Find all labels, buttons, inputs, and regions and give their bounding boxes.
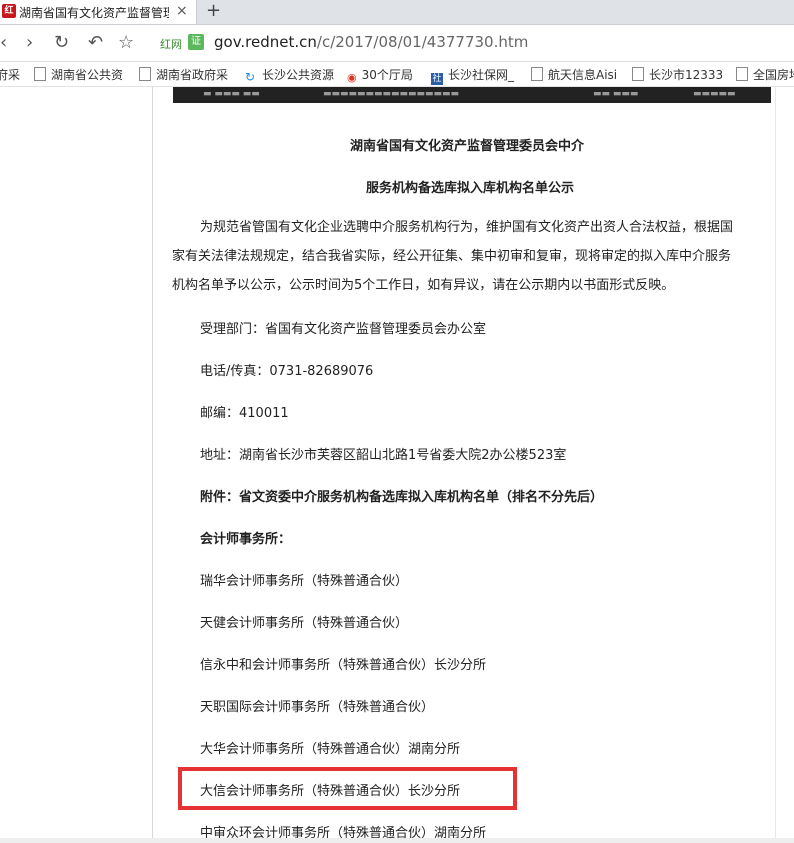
browser-tab[interactable]: 红 湖南省国有文化资产监督管理 × bbox=[0, 0, 197, 24]
page-icon bbox=[139, 67, 151, 81]
forward-icon[interactable]: › bbox=[26, 32, 33, 53]
highlight-box bbox=[178, 767, 517, 810]
tab-title: 湖南省国有文化资产监督管理 bbox=[19, 6, 169, 20]
page-icon bbox=[34, 67, 46, 81]
refresh-icon: ↻ bbox=[245, 70, 257, 84]
page-icon bbox=[531, 67, 543, 81]
banner-image: ▬ ▬▬▬ ▬▬ ▬▬▬▬▬▬▬▬▬▬▬▬▬▬▬▬ ▬▬ ▬▬▬ ▬▬▬▬▬ bbox=[173, 87, 771, 103]
reload-icon[interactable]: ↻ bbox=[54, 32, 69, 53]
page-content: ▬ ▬▬▬ ▬▬ ▬▬▬▬▬▬▬▬▬▬▬▬▬▬▬▬ ▬▬ ▬▬▬ ▬▬▬▬▬ 湖… bbox=[0, 87, 794, 843]
page-icon bbox=[632, 67, 644, 81]
section-heading: 会计师事务所： bbox=[200, 532, 292, 547]
bookmark-item[interactable]: 湖南省公共资 bbox=[34, 66, 123, 83]
contact-address: 地址：湖南省长沙市芙蓉区韶山北路1号省委大院2办公楼523室 bbox=[200, 448, 567, 463]
site-badge: 红网 bbox=[160, 38, 182, 51]
bookmark-item[interactable]: 湖南省政府采 bbox=[139, 66, 228, 83]
article-title-line2: 服务机构备选库拟入库机构名单公示 bbox=[366, 181, 575, 196]
firm-list-item: 天职国际会计师事务所（特殊普通合伙） bbox=[200, 700, 435, 715]
navigation-bar: ‹ › ↻ ↶ ☆ 红网 证 gov.rednet.cn/c/2017/08/0… bbox=[0, 25, 794, 62]
article-intro: 为规范省管国有文化企业选聘中介服务机构行为，维护国有文化资产出资人合法权益，根据… bbox=[172, 220, 734, 293]
bookmark-item[interactable]: 社长沙社保网_ bbox=[431, 66, 514, 85]
undo-icon[interactable]: ↶ bbox=[88, 32, 103, 53]
right-sidebar bbox=[775, 87, 794, 843]
shebao-icon: 社 bbox=[431, 73, 443, 85]
bookmark-item[interactable]: 全国房地 bbox=[736, 66, 794, 83]
bookmark-item[interactable]: ◉ 30个厅局 bbox=[347, 66, 413, 84]
bookmarks-bar: 府采 湖南省公共资 湖南省政府采 ↻长沙公共资源 ◉30个厅局 社长沙社保网_ … bbox=[0, 62, 794, 87]
page-icon bbox=[736, 67, 748, 81]
certificate-icon[interactable]: 证 bbox=[188, 34, 204, 50]
new-tab-button[interactable]: + bbox=[206, 0, 221, 22]
tab-bar: 红 湖南省国有文化资产监督管理 × + bbox=[0, 0, 794, 25]
attachment-title: 附件：省文资委中介服务机构备选库拟入库机构名单（排名不分先后） bbox=[200, 490, 604, 505]
close-icon[interactable]: × bbox=[176, 3, 188, 19]
contact-phone: 电话/传真：0731-82689076 bbox=[200, 364, 374, 379]
bookmark-item[interactable]: ↻ 长沙公共资源 bbox=[245, 66, 334, 83]
bookmark-star-icon[interactable]: ☆ bbox=[118, 32, 134, 53]
left-sidebar bbox=[0, 87, 153, 843]
back-icon[interactable]: ‹ bbox=[0, 32, 7, 53]
contact-dept: 受理部门：省国有文化资产监督管理委员会办公室 bbox=[200, 322, 487, 337]
firm-list-item: 天健会计师事务所（特殊普通合伙） bbox=[200, 616, 409, 631]
bookmark-item[interactable]: 长沙市12333 bbox=[632, 66, 723, 83]
url-text[interactable]: gov.rednet.cn/c/2017/08/01/4377730.htm bbox=[214, 33, 528, 51]
url-path: /c/2017/08/01/4377730.htm bbox=[316, 33, 529, 51]
weibo-icon: ◉ bbox=[347, 71, 357, 84]
article-title-line1: 湖南省国有文化资产监督管理委员会中介 bbox=[350, 139, 585, 154]
contact-postcode: 邮编：410011 bbox=[200, 406, 289, 421]
firm-list-item: 信永中和会计师事务所（特殊普通合伙）长沙分所 bbox=[200, 658, 487, 673]
firm-list-item: 瑞华会计师事务所（特殊普通合伙） bbox=[200, 574, 409, 589]
bookmark-item[interactable]: 府采 bbox=[0, 66, 20, 83]
horizontal-scrollbar[interactable] bbox=[0, 838, 794, 843]
firm-list-item: 大华会计师事务所（特殊普通合伙）湖南分所 bbox=[200, 742, 461, 757]
url-domain: gov.rednet.cn bbox=[214, 33, 317, 51]
address-bar[interactable]: 红网 证 gov.rednet.cn/c/2017/08/01/4377730.… bbox=[148, 30, 794, 56]
bookmark-item[interactable]: 航天信息Aisi bbox=[531, 66, 617, 83]
site-favicon-icon: 红 bbox=[2, 4, 16, 18]
